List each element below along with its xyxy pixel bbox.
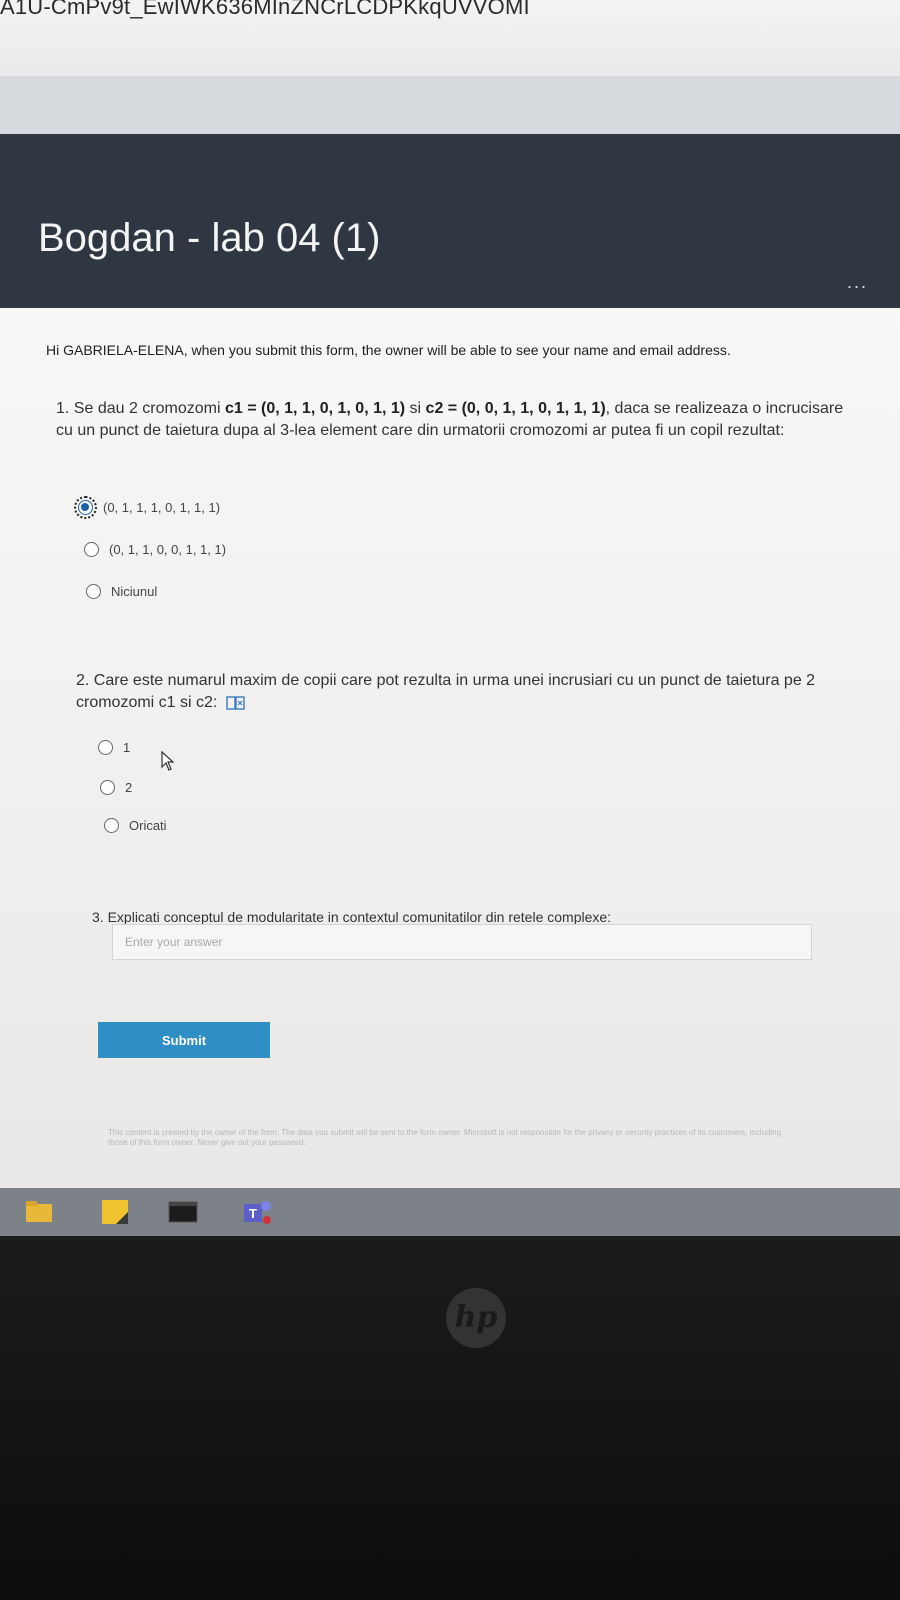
file-explorer-icon[interactable] bbox=[22, 1196, 56, 1228]
chromosome-c1-label: c1 bbox=[224, 400, 243, 417]
taskbar: T bbox=[0, 1188, 900, 1236]
chromosome-c2-value: = (0, 0, 1, 1, 0, 1, 1, 1) bbox=[443, 400, 606, 417]
terminal-icon[interactable] bbox=[166, 1196, 200, 1228]
option-label: (0, 1, 1, 1, 0, 1, 1, 1) bbox=[103, 500, 221, 515]
option-label: Niciunul bbox=[111, 584, 158, 599]
more-options-button[interactable]: ... bbox=[847, 272, 868, 293]
immersive-reader-icon[interactable] bbox=[226, 695, 246, 711]
question-number: 3. bbox=[92, 909, 104, 925]
question-text: Care este numarul maxim de copii care po… bbox=[76, 672, 816, 711]
radio-button[interactable] bbox=[84, 542, 99, 557]
question-text: Se dau 2 cromozomi bbox=[73, 400, 225, 417]
radio-button[interactable] bbox=[86, 584, 101, 599]
conjunction: si bbox=[409, 400, 426, 417]
browser-chrome-strip bbox=[0, 76, 900, 136]
chromosome-c2-label: c2 bbox=[425, 400, 444, 417]
q1-option-3[interactable]: Niciunul bbox=[86, 584, 157, 599]
q2-option-2[interactable]: 2 bbox=[100, 780, 132, 795]
option-label: 2 bbox=[125, 780, 133, 795]
chromosome-c1-value: = (0, 1, 1, 0, 1, 0, 1, 1) bbox=[242, 400, 410, 417]
browser-address-bar[interactable]: A1U-CmPv9t_EwIWK636MInZNCrLCDPKkqUVVOMI bbox=[0, 0, 900, 80]
q2-option-1[interactable]: 1 bbox=[98, 740, 130, 755]
question-number: 1. bbox=[56, 400, 70, 417]
question-1: 1. Se dau 2 cromozomi c1 = (0, 1, 1, 0, … bbox=[56, 398, 846, 442]
question-number: 2. bbox=[76, 672, 90, 689]
laptop-bezel bbox=[0, 1236, 900, 1600]
option-label: 1 bbox=[123, 740, 131, 755]
disclaimer-text: This content is created by the owner of … bbox=[108, 1128, 782, 1147]
sticky-notes-icon[interactable] bbox=[98, 1196, 132, 1228]
identity-notice: Hi GABRIELA-ELENA, when you submit this … bbox=[46, 342, 731, 358]
q1-option-2[interactable]: (0, 1, 1, 0, 0, 1, 1, 1) bbox=[84, 542, 226, 557]
option-label: (0, 1, 1, 0, 0, 1, 1, 1) bbox=[109, 542, 227, 557]
question-text: Explicati conceptul de modularitate in c… bbox=[107, 909, 612, 925]
q2-option-3[interactable]: Oricati bbox=[104, 818, 167, 833]
answer-input[interactable] bbox=[112, 924, 812, 960]
radio-button-selected[interactable] bbox=[74, 496, 97, 519]
submit-button[interactable]: Submit bbox=[98, 1022, 270, 1058]
q1-option-1[interactable]: (0, 1, 1, 1, 0, 1, 1, 1) bbox=[74, 496, 221, 519]
form-title: Bogdan - lab 04 (1) bbox=[38, 216, 381, 260]
mouse-cursor-icon bbox=[161, 750, 175, 771]
radio-button[interactable] bbox=[100, 780, 115, 795]
url-text: A1U-CmPv9t_EwIWK636MInZNCrLCDPKkqUVVOMI bbox=[0, 0, 530, 19]
radio-button[interactable] bbox=[104, 818, 119, 833]
svg-text:T: T bbox=[249, 1206, 257, 1221]
form-body: Hi GABRIELA-ELENA, when you submit this … bbox=[0, 308, 900, 1188]
option-label: Oricati bbox=[129, 818, 167, 833]
radio-button[interactable] bbox=[98, 740, 113, 755]
question-2: 2. Care este numarul maxim de copii care… bbox=[76, 670, 846, 714]
hp-logo-icon: hp bbox=[446, 1288, 506, 1348]
form-header: Bogdan - lab 04 (1) ... bbox=[0, 134, 900, 330]
teams-icon[interactable]: T bbox=[240, 1196, 274, 1228]
